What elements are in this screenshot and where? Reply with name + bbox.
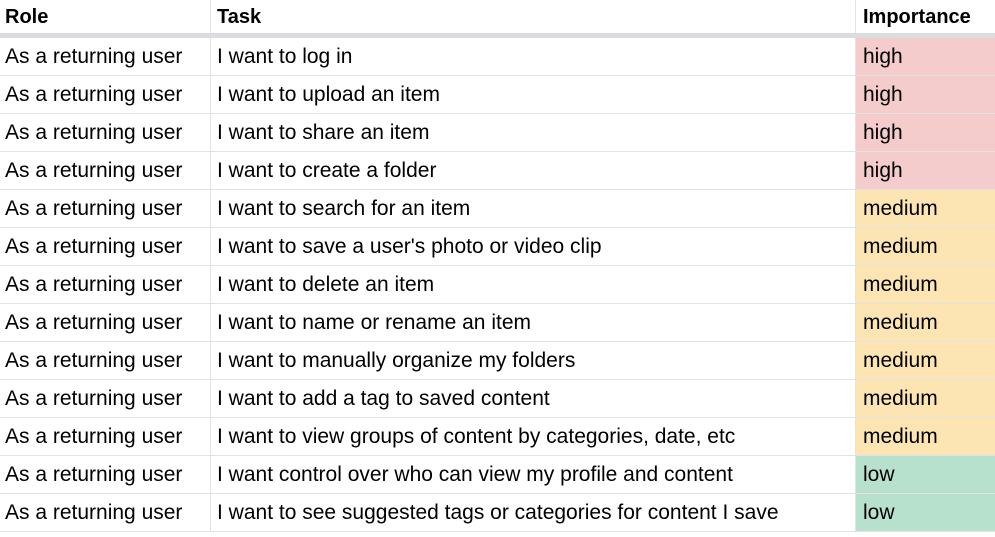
- cell-task[interactable]: I want to log in: [211, 38, 856, 75]
- cell-task[interactable]: I want control over who can view my prof…: [211, 456, 856, 493]
- cell-role[interactable]: As a returning user: [0, 38, 211, 75]
- table-row: As a returning user I want to upload an i…: [0, 76, 995, 114]
- cell-importance-high[interactable]: high: [856, 152, 995, 189]
- cell-task[interactable]: I want to delete an item: [211, 266, 856, 303]
- cell-role[interactable]: As a returning user: [0, 152, 211, 189]
- table-row: As a returning user I want to add a tag t…: [0, 380, 995, 418]
- column-header-importance[interactable]: Importance: [856, 0, 995, 33]
- column-header-role[interactable]: Role: [0, 0, 211, 33]
- table-row: As a returning user I want to delete an i…: [0, 266, 995, 304]
- cell-task[interactable]: I want to create a folder: [211, 152, 856, 189]
- cell-importance-high[interactable]: high: [856, 38, 995, 75]
- cell-role[interactable]: As a returning user: [0, 304, 211, 341]
- cell-task[interactable]: I want to view groups of content by cate…: [211, 418, 856, 455]
- cell-role[interactable]: As a returning user: [0, 342, 211, 379]
- column-header-task[interactable]: Task: [211, 0, 856, 33]
- table-row: As a returning user I want to create a fo…: [0, 152, 995, 190]
- cell-importance-medium[interactable]: medium: [856, 342, 995, 379]
- cell-task[interactable]: I want to search for an item: [211, 190, 856, 227]
- cell-role[interactable]: As a returning user: [0, 266, 211, 303]
- cell-importance-medium[interactable]: medium: [856, 228, 995, 265]
- table-row: As a returning user I want to name or ren…: [0, 304, 995, 342]
- table-row: As a returning user I want to save a user…: [0, 228, 995, 266]
- table-row: As a returning user I want to search for …: [0, 190, 995, 228]
- cell-importance-low[interactable]: low: [856, 456, 995, 493]
- cell-role[interactable]: As a returning user: [0, 456, 211, 493]
- cell-role[interactable]: As a returning user: [0, 418, 211, 455]
- spreadsheet-grid: Role Task Importance As a returning user…: [0, 0, 995, 537]
- table-body: As a returning user I want to log in high A…: [0, 38, 995, 532]
- cell-role[interactable]: As a returning user: [0, 114, 211, 151]
- cell-task[interactable]: I want to manually organize my folders: [211, 342, 856, 379]
- table-row: As a returning user I want to view groups…: [0, 418, 995, 456]
- table-row: As a returning user I want control over w…: [0, 456, 995, 494]
- cell-task[interactable]: I want to see suggested tags or categori…: [211, 494, 856, 531]
- cell-task[interactable]: I want to upload an item: [211, 76, 856, 113]
- cell-importance-high[interactable]: high: [856, 114, 995, 151]
- cell-role[interactable]: As a returning user: [0, 494, 211, 531]
- cell-role[interactable]: As a returning user: [0, 76, 211, 113]
- table-row: As a returning user I want to manually or…: [0, 342, 995, 380]
- cell-task[interactable]: I want to share an item: [211, 114, 856, 151]
- header-row: Role Task Importance: [0, 0, 995, 38]
- table-row: As a returning user I want to share an it…: [0, 114, 995, 152]
- cell-importance-medium[interactable]: medium: [856, 304, 995, 341]
- cell-role[interactable]: As a returning user: [0, 380, 211, 417]
- cell-task[interactable]: I want to name or rename an item: [211, 304, 856, 341]
- cell-importance-high[interactable]: high: [856, 76, 995, 113]
- cell-task[interactable]: I want to save a user's photo or video c…: [211, 228, 856, 265]
- cell-importance-medium[interactable]: medium: [856, 190, 995, 227]
- table-row: As a returning user I want to see suggest…: [0, 494, 995, 532]
- cell-task[interactable]: I want to add a tag to saved content: [211, 380, 856, 417]
- cell-importance-medium[interactable]: medium: [856, 418, 995, 455]
- cell-role[interactable]: As a returning user: [0, 228, 211, 265]
- table-row: As a returning user I want to log in high: [0, 38, 995, 76]
- cell-importance-medium[interactable]: medium: [856, 266, 995, 303]
- cell-importance-low[interactable]: low: [856, 494, 995, 531]
- cell-role[interactable]: As a returning user: [0, 190, 211, 227]
- cell-importance-medium[interactable]: medium: [856, 380, 995, 417]
